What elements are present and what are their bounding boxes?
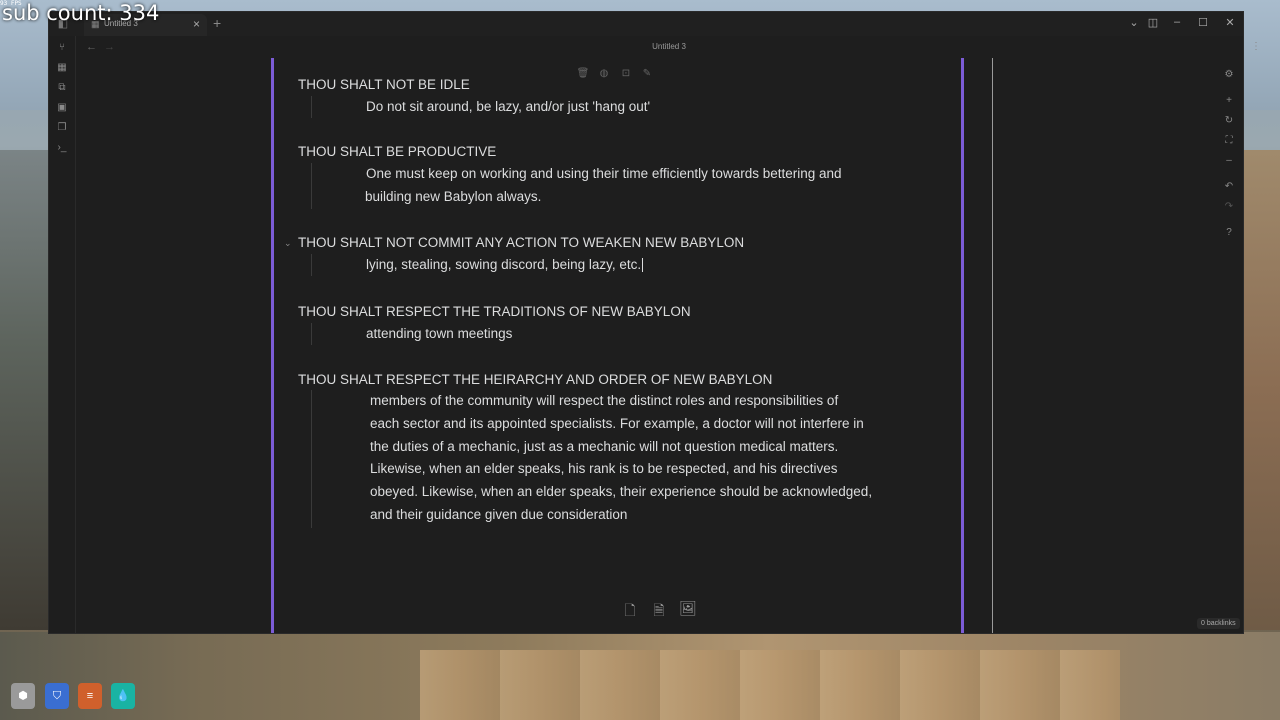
calendar-icon[interactable]: ▣ [54,101,70,115]
terminal-icon[interactable]: ›_ [54,141,70,155]
close-tab-icon[interactable]: × [193,17,200,31]
commandment-heading: THOU SHALT RESPECT THE TRADITIONS OF NEW… [298,304,691,319]
commandment-heading: THOU SHALT RESPECT THE HEIRARCHY AND ORD… [298,372,773,387]
hud-armor-icon: ⛉ [45,683,69,709]
commandment-body-line: the duties of a mechanic, just as a mech… [370,439,839,454]
sub-count-overlay: sub count: 334 [2,1,160,25]
background-left [0,150,48,630]
hud-thirst-icon: 💧 [111,683,135,709]
add-media-icon[interactable]: 🖼 [679,600,697,617]
split-view-icon[interactable]: ◫ [1145,16,1161,29]
backlinks-count[interactable]: 0 backlinks [1197,618,1240,629]
indent-guide [311,390,312,528]
help-icon[interactable]: ? [1221,226,1237,240]
edit-icon[interactable]: ✎ [640,68,654,79]
background-right [1242,150,1280,630]
commandment-heading: THOU SHALT NOT COMMIT ANY ACTION TO WEAK… [298,235,745,250]
zoom-out-icon[interactable]: – [1221,154,1237,168]
zoom-in-icon[interactable]: + [1221,94,1237,108]
fit-view-icon[interactable]: ⛶ [1221,134,1237,148]
fold-chevron-icon[interactable]: ⌄ [284,238,292,249]
indent-guide [311,96,312,118]
body-line-text: lying, stealing, sowing discord, being l… [366,257,642,272]
commandment-body-line: Likewise, when an elder speaks, his rank… [370,461,838,476]
copy-icon[interactable]: ❐ [54,121,70,135]
undo-icon[interactable]: ↶ [1221,180,1237,194]
trash-icon[interactable]: 🗑 [576,68,590,79]
commandment-body-line: lying, stealing, sowing discord, being l… [366,254,644,277]
minimize-icon[interactable]: – [1169,16,1185,28]
commandment-body-line: One must keep on working and using their… [366,166,842,181]
settings-icon[interactable]: ⚙ [1221,68,1237,82]
commandment-body-line: and their guidance given due considerati… [370,507,628,522]
commandment-body-line: building new Babylon always. [365,189,542,204]
left-ribbon: ⑂ ▦ ⧉ ▣ ❐ ›_ [49,36,76,633]
commandment-body-line: members of the community will respect th… [370,393,839,408]
card-border-right [961,58,964,633]
commandment-heading: THOU SHALT BE PRODUCTIVE [298,144,497,159]
indent-guide [311,163,312,209]
canvas-divider [992,58,993,633]
indent-guide [311,323,312,345]
hud-hunger-icon: ≡ [78,683,102,709]
files-icon[interactable]: ⧉ [54,81,70,95]
commandment-body-line: Do not sit around, be lazy, and/or just … [366,99,651,114]
chevron-down-icon[interactable]: ⌄ [1126,16,1142,29]
redo-icon[interactable]: ↷ [1221,200,1237,214]
add-card-icon[interactable]: 🗋 [621,600,639,624]
card-border-left [271,58,274,633]
close-window-icon[interactable]: ✕ [1222,16,1238,29]
text-cursor [642,258,644,273]
commandment-body-line: attending town meetings [366,326,513,341]
maximize-icon[interactable]: ☐ [1195,16,1211,29]
palette-icon[interactable]: ◍ [597,68,611,79]
indent-guide [311,254,312,276]
title-bar: ◧ ▦ Untitled 3 × + ⌄ ◫ – ☐ ✕ [49,12,1243,36]
commandment-body-line: obeyed. Likewise, when an elder speaks, … [370,484,873,499]
add-note-icon[interactable]: 🗎 [650,600,668,624]
new-tab-icon[interactable]: + [213,15,221,31]
commandment-heading: THOU SHALT NOT BE IDLE [298,77,470,92]
app-window: ◧ ▦ Untitled 3 × + ⌄ ◫ – ☐ ✕ ⑂ ▦ ⧉ ▣ ❐ ›… [48,11,1261,634]
background-plank [420,650,1120,720]
hud-health-icon: ⬢ [11,683,35,709]
document-title: Untitled 3 [652,42,686,51]
commandment-body-line: each sector and its appointed specialist… [370,416,864,431]
zoom-to-card-icon[interactable]: ⊡ [619,68,633,79]
canvas-controls: ⚙ + ↻ ⛶ – ↶ ↷ ? [1215,62,1243,262]
canvas-add-toolbar: 🗋 🗎 🖼 [617,596,705,622]
reset-zoom-icon[interactable]: ↻ [1221,114,1237,128]
grid-icon[interactable]: ▦ [54,61,70,75]
